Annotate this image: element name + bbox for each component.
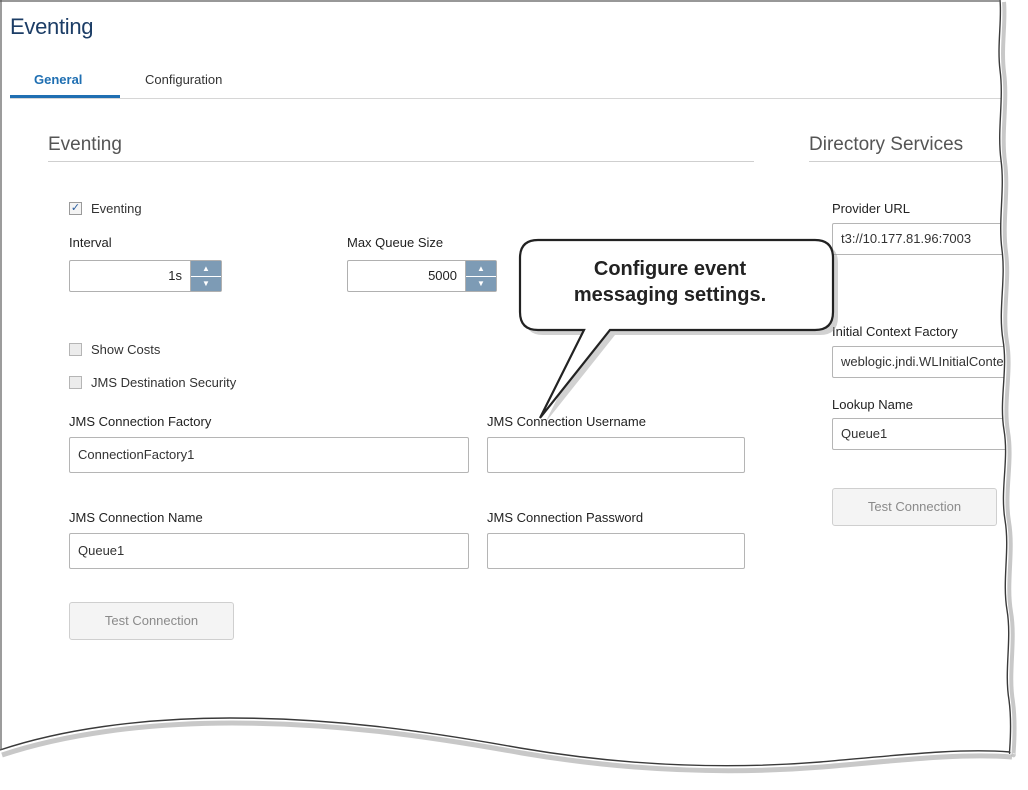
tab-configuration[interactable]: Configuration (145, 72, 222, 87)
jms-destination-security-label: JMS Destination Security (91, 375, 237, 390)
jms-connection-username-field[interactable] (487, 437, 745, 473)
provider-url-field[interactable]: t3://10.177.81.96:7003 (832, 223, 1028, 255)
max-queue-size-decrement-icon[interactable]: ▼ (466, 275, 496, 291)
callout-bubble (518, 238, 838, 423)
jms-connection-name-label: JMS Connection Name (69, 510, 203, 525)
show-costs-label: Show Costs (91, 342, 161, 357)
jms-destination-security-row[interactable]: JMS Destination Security (69, 375, 236, 390)
interval-increment-icon[interactable]: ▲ (191, 261, 221, 276)
jms-connection-factory-field[interactable]: ConnectionFactory1 (69, 437, 469, 473)
eventing-section-title: Eventing (48, 134, 122, 155)
eventing-checkbox-label: Eventing (91, 201, 142, 216)
jms-connection-username-label: JMS Connection Username (487, 414, 646, 429)
jms-connection-name-field[interactable]: Queue1 (69, 533, 469, 569)
max-queue-size-stepper[interactable]: 5000 ▲ ▼ (347, 260, 497, 292)
directory-services-section-divider (809, 161, 1024, 162)
initial-context-factory-field[interactable]: weblogic.jndi.WLInitialContextFactory (832, 346, 1028, 378)
show-costs-checkbox[interactable] (69, 343, 82, 356)
interval-stepper[interactable]: 1s ▲ ▼ (69, 260, 222, 292)
eventing-checkbox-row[interactable]: ✓ Eventing (69, 201, 142, 216)
max-queue-size-increment-icon[interactable]: ▲ (466, 261, 496, 276)
callout-line-1: Configure event (593, 258, 747, 280)
provider-url-label: Provider URL (832, 201, 911, 216)
interval-label: Interval (69, 235, 112, 250)
max-queue-size-value[interactable]: 5000 (348, 261, 465, 291)
show-costs-row[interactable]: Show Costs (69, 342, 160, 357)
test-connection-button[interactable]: Test Connection (69, 602, 234, 640)
torn-edge-overlay (0, 0, 1028, 790)
directory-services-section-title: Directory Services (809, 134, 964, 155)
tab-general[interactable]: General (34, 72, 82, 87)
lookup-name-label: Lookup Name (832, 397, 913, 412)
page-title: Eventing (10, 14, 94, 39)
interval-value[interactable]: 1s (70, 261, 190, 291)
initial-context-factory-label: Initial Context Factory (832, 324, 958, 339)
lookup-name-field[interactable]: Queue1 (832, 418, 1028, 450)
jms-connection-password-label: JMS Connection Password (487, 510, 644, 525)
jms-connection-password-field[interactable] (487, 533, 745, 569)
callout-text: Configure event messaging settings. (520, 256, 820, 308)
jms-connection-factory-label: JMS Connection Factory (69, 414, 212, 429)
interval-decrement-icon[interactable]: ▼ (191, 275, 221, 291)
active-tab-indicator (10, 95, 120, 98)
tab-bar: General Configuration (10, 66, 1020, 99)
eventing-checkbox[interactable]: ✓ (69, 202, 82, 215)
directory-test-connection-button[interactable]: Test Connection (832, 488, 997, 526)
eventing-section-divider (48, 161, 754, 162)
max-queue-size-label: Max Queue Size (347, 235, 444, 250)
jms-destination-security-checkbox[interactable] (69, 376, 82, 389)
callout-line-2: messaging settings. (573, 284, 767, 306)
